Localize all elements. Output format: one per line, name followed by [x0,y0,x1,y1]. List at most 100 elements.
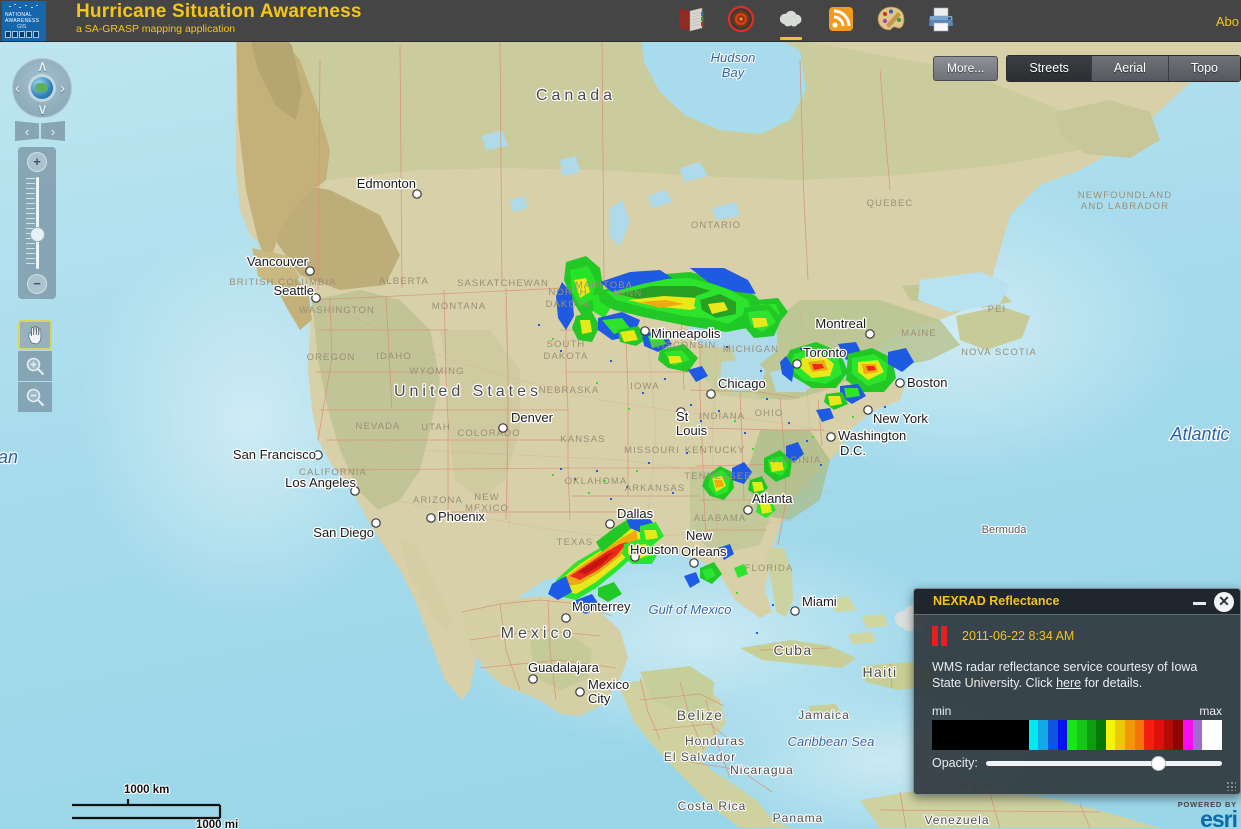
basemap-switcher: More... Streets Aerial Topo [932,55,1241,82]
country-label: Belize [677,707,724,723]
logo-badge-row [5,31,39,38]
ramp-swatch [1173,720,1184,750]
zoom-slider-ticks [26,178,35,268]
state-label: ONTARIO [691,220,741,231]
printer-icon[interactable] [924,3,958,37]
about-link[interactable]: Abo [1216,14,1239,29]
city-marker[interactable] [640,326,650,336]
palette-icon[interactable] [874,3,908,37]
radar-timestamp: 2011-06-22 8:34 AM [962,629,1075,643]
city-marker[interactable] [528,674,538,684]
legend-max-label: max [1199,704,1222,718]
city-label: San Francisco [233,447,316,462]
country-label: Venezuela [924,813,989,827]
water-label: Atlantic [1169,424,1229,444]
legend-minmax-labels: min max [932,704,1222,718]
city-marker[interactable] [575,687,585,697]
zoom-slider[interactable]: + − [18,147,56,299]
city-label: Boston [907,375,947,390]
state-label: NOVA SCOTIA [961,347,1037,358]
city-marker[interactable] [689,558,699,568]
zoom-out-button[interactable]: − [27,274,47,294]
city-marker[interactable] [826,432,836,442]
panel-minimize-button[interactable] [1193,602,1206,605]
magnifier-plus-icon [26,357,44,375]
pan-hand-tool[interactable] [18,320,52,350]
nexrad-reflectance-panel[interactable]: NEXRAD Reflectance ✕ 2011-06-22 8:34 AM … [913,588,1241,795]
city-label: Minneapolis [651,326,721,341]
city-label: City [588,691,611,706]
zoom-slider-handle[interactable] [30,227,45,242]
country-label: Haiti [862,664,897,680]
state-label: INDIANA [699,411,745,422]
zoom-out-tool[interactable] [18,382,52,412]
ramp-swatch [1009,720,1019,750]
book-icon[interactable] [674,3,708,37]
panel-resize-grip[interactable] [1226,781,1236,791]
city-marker[interactable] [412,189,422,199]
city-marker[interactable] [863,405,873,415]
globe-icon[interactable] [31,77,53,99]
state-label: TEXAS [557,537,594,548]
pan-right-button[interactable]: › [60,81,65,96]
city-marker[interactable] [895,378,905,388]
opacity-slider-handle[interactable] [1151,755,1167,771]
extent-history-buttons: ‹ › [15,121,67,141]
panel-body: 2011-06-22 8:34 AM WMS radar reflectance… [914,615,1240,771]
basemap-more-button[interactable]: More... [932,56,999,81]
state-label: WASHINGTON [299,305,375,316]
country-label: United States [394,383,542,400]
state-label: MONTANA [432,301,487,312]
city-marker[interactable] [792,359,802,369]
city-label: Chicago [718,376,766,391]
basemap-aerial-button[interactable]: Aerial [1091,56,1169,81]
city-marker[interactable] [743,505,753,515]
pause-button[interactable] [932,626,948,646]
city-marker[interactable] [498,423,508,433]
pan-down-button[interactable]: ∨ [37,102,48,117]
pan-left-button[interactable]: ‹ [15,81,20,96]
city-label: San Diego [313,525,374,540]
state-label: VIRGINIA [771,455,822,466]
state-label: OREGON [307,352,356,363]
state-label: SASKATCHEWAN [457,278,549,289]
panel-description-link[interactable]: here [1056,676,1081,690]
basemap-streets-button[interactable]: Streets [1007,56,1092,81]
radar-target-icon[interactable] [724,3,758,37]
pan-rosette[interactable]: ∧ ∨ ‹ › [12,58,72,118]
zoom-slider-track[interactable] [36,177,39,269]
ramp-swatch [941,720,952,750]
magnifier-minus-icon [26,388,44,406]
city-marker[interactable] [426,513,436,523]
city-marker[interactable] [605,519,615,529]
zoom-in-button[interactable]: + [27,152,47,172]
zoom-in-tool[interactable] [18,351,52,381]
city-marker[interactable] [561,613,571,623]
city-marker[interactable] [790,606,800,616]
ramp-swatch [1086,720,1097,750]
city-label: Mexico [588,677,629,692]
close-icon[interactable]: ✕ [1214,592,1234,612]
next-extent-button[interactable]: › [41,121,65,141]
state-label: KENTUCKY [685,445,746,456]
water-label: Bermuda [982,524,1028,536]
reflectivity-color-ramp [932,720,1222,750]
city-marker[interactable] [706,389,716,399]
basemap-topo-button[interactable]: Topo [1168,56,1240,81]
city-label: Atlanta [752,491,793,506]
city-marker[interactable] [865,329,875,339]
opacity-slider-track[interactable] [985,755,1222,771]
cloud-weather-icon[interactable] [774,3,808,40]
city-label: Los Angeles [285,475,356,490]
country-label: Mexico [501,625,576,642]
panel-title-bar[interactable]: NEXRAD Reflectance ✕ [914,589,1240,615]
state-label: NEBRASKA [539,385,600,396]
printer-icon-glyph [929,7,953,32]
app-logo[interactable]: NATIONAL AWARENESS GIS [2,1,46,41]
pan-up-button[interactable]: ∧ [37,59,48,74]
state-label: KANSAS [560,434,605,445]
ramp-swatch [1125,720,1135,750]
previous-extent-button[interactable]: ‹ [15,121,39,141]
ramp-swatch [1154,720,1164,750]
rss-feed-icon[interactable] [824,3,858,37]
